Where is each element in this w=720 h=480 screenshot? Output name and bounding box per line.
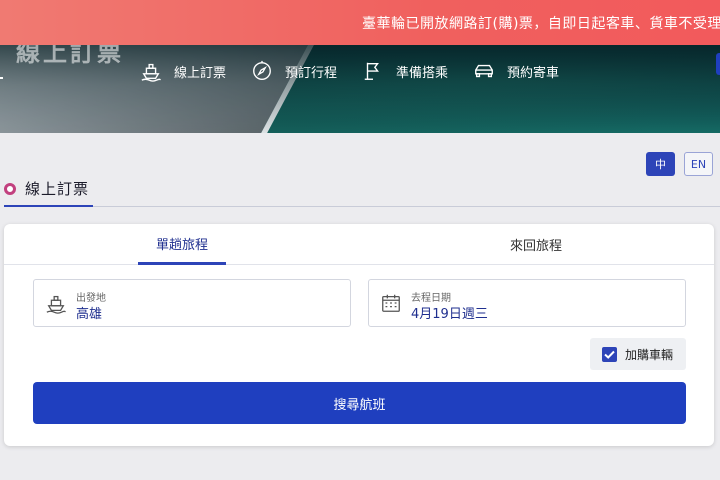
origin-value: 高雄	[76, 307, 103, 322]
announcement-text: 臺華輪已開放網路訂(購)票，自即日起客車、貨車不受理現場售	[362, 16, 720, 32]
tab-round-trip[interactable]: 來回旅程	[494, 224, 578, 265]
compass-icon	[253, 60, 271, 80]
nav-item-online-booking[interactable]: 線上訂票	[140, 58, 226, 84]
flag-icon	[364, 62, 379, 80]
booking-card: 單趟旅程 來回旅程 出發地 高雄 去程日期 4月19日週三 加購車輛 搜尋航班	[4, 224, 714, 446]
departure-date-field[interactable]: 去程日期 4月19日週三	[368, 279, 686, 327]
section-title: 線上訂票	[4, 178, 89, 199]
add-vehicle-option[interactable]: 加購車輛	[590, 338, 686, 370]
search-voyages-button[interactable]: 搜尋航班	[33, 382, 686, 424]
add-vehicle-label: 加購車輛	[625, 348, 674, 362]
trip-type-tabs: 單趟旅程 來回旅程	[4, 224, 714, 265]
ship-icon	[46, 295, 66, 314]
nav-item-label: 線上訂票	[174, 65, 227, 81]
car-icon	[475, 64, 493, 78]
section-title-text: 線上訂票	[25, 180, 90, 198]
hero-header: 線上訂票 線上訂票 預訂行程 準備搭乘 預約寄車	[0, 45, 720, 133]
announcement-banner: 臺華輪已開放網路訂(購)票，自即日起客車、貨車不受理現場售	[0, 0, 720, 45]
ship-icon	[141, 63, 161, 82]
calendar-icon	[382, 294, 400, 312]
section-underline	[4, 205, 93, 207]
section-dot-icon	[4, 182, 16, 195]
nav-item-boarding[interactable]: 準備搭乘	[362, 58, 448, 84]
nav-item-label: 準備搭乘	[396, 65, 449, 81]
hero-title: 線上訂票	[16, 45, 124, 67]
origin-field[interactable]: 出發地 高雄	[33, 279, 351, 327]
origin-label: 出發地	[76, 293, 106, 304]
departure-date-label: 去程日期	[411, 293, 451, 304]
departure-date-value: 4月19日週三	[411, 307, 488, 322]
nav-item-label: 預訂行程	[285, 65, 338, 81]
tab-one-way[interactable]: 單趟旅程	[138, 224, 226, 265]
section-divider	[93, 206, 720, 207]
nav-item-label: 預約寄車	[507, 65, 560, 81]
nav-edge-indicator	[0, 59, 3, 79]
nav-item-my-trips[interactable]: 預訂行程	[251, 58, 337, 84]
menu-button[interactable]	[716, 53, 720, 75]
add-vehicle-checkbox[interactable]	[602, 347, 617, 362]
check-icon	[604, 350, 615, 359]
lang-en-button[interactable]: EN	[684, 152, 713, 176]
lang-zh-button[interactable]: 中	[646, 152, 675, 176]
nav-item-vehicle-booking[interactable]: 預約寄車	[473, 58, 559, 84]
